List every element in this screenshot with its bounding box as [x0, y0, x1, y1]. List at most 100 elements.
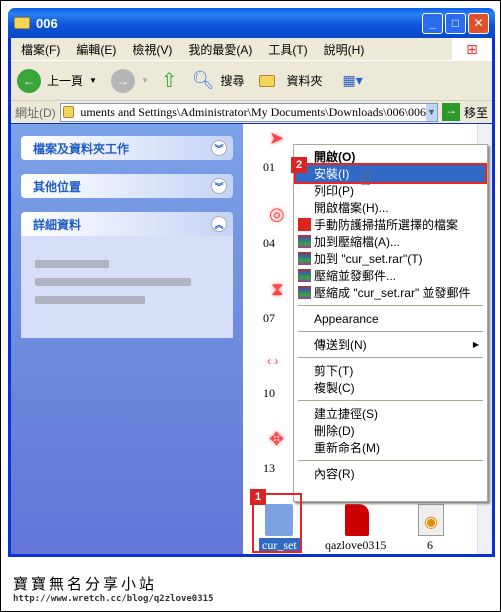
menu-separator: [298, 400, 483, 401]
go-arrow-icon[interactable]: →: [441, 103, 460, 121]
chevron-up-icon[interactable]: ︽: [211, 216, 227, 232]
menu-item[interactable]: 刪除(D): [296, 422, 485, 439]
menu-item-label: 內容(R): [314, 467, 355, 481]
menu-item-label: Appearance: [314, 311, 379, 326]
file-item[interactable]: 07: [263, 311, 275, 326]
menu-item-label: 開啟檔案(H)...: [314, 201, 389, 215]
file-item[interactable]: 04: [263, 236, 275, 251]
menu-tools[interactable]: 工具(T): [268, 41, 307, 58]
minimize-button[interactable]: _: [422, 12, 443, 34]
search-button[interactable]: 搜尋: [220, 72, 244, 89]
windows-logo-icon: ⊞: [452, 38, 492, 60]
close-button[interactable]: ✕: [468, 12, 489, 34]
menu-view[interactable]: 檢視(V): [132, 41, 172, 58]
step-badge: 1: [250, 489, 266, 505]
submenu-arrow-icon: ▶: [472, 340, 479, 349]
address-input[interactable]: uments and Settings\Administrator\My Doc…: [59, 102, 438, 122]
toolbar: ← 上一頁 ▼ → ▼ ⇧ 🔍︎ 搜尋 資料夾 ▦▾: [11, 60, 492, 100]
menu-bar: 檔案(F) 編輯(E) 檢視(V) 我的最愛(A) 工具(T) 說明(H) ⊞: [11, 38, 492, 60]
menu-favorites[interactable]: 我的最愛(A): [188, 41, 252, 58]
menu-item[interactable]: 加到 "cur_set.rar"(T): [296, 250, 485, 267]
menu-item-label: 壓縮成 "cur_set.rar" 並發郵件: [314, 286, 471, 300]
views-icon[interactable]: ▦▾: [343, 72, 363, 89]
menu-file[interactable]: 檔案(F): [21, 41, 60, 58]
forward-icon[interactable]: →: [110, 68, 135, 93]
panel-other-places: 其他位置 ︾: [21, 174, 233, 198]
title-bar: 006 _ □ ✕: [8, 8, 495, 38]
file-item[interactable]: 01: [263, 160, 275, 175]
menu-item-label: 壓縮並發郵件...: [314, 269, 397, 283]
menu-item[interactable]: 內容(R): [296, 465, 485, 482]
menu-item-label: 安裝(I): [314, 167, 350, 181]
folder-icon: [62, 106, 75, 118]
menu-separator: [298, 357, 483, 358]
menu-item-label: 建立捷徑(S): [314, 407, 378, 421]
watermark-url: http://www.wretch.cc/blog/q2zlove0315: [13, 594, 214, 604]
panel-header[interactable]: 檔案及資料夾工作 ︾: [21, 136, 233, 160]
menu-separator: [298, 460, 483, 461]
panel-title: 檔案及資料夾工作: [33, 141, 130, 156]
cursor-file-icon[interactable]: ◎: [269, 204, 291, 226]
panel-header[interactable]: 其他位置 ︾: [21, 174, 233, 198]
menu-item[interactable]: 剪下(T): [296, 362, 485, 379]
menu-edit[interactable]: 編輯(E): [76, 41, 116, 58]
folders-icon[interactable]: [258, 74, 275, 87]
panel-details: 詳細資料 ︽: [21, 212, 233, 338]
menu-item[interactable]: 開啟檔案(H)...: [296, 199, 485, 216]
file-icon[interactable]: [345, 504, 369, 536]
folders-button[interactable]: 資料夾: [287, 72, 323, 89]
menu-item[interactable]: 重新命名(M): [296, 439, 485, 456]
png-file-icon[interactable]: ◉: [418, 504, 444, 536]
panel-file-tasks: 檔案及資料夾工作 ︾: [21, 136, 233, 160]
details-body-blurred: [21, 236, 233, 338]
menu-item[interactable]: 壓縮並發郵件...: [296, 267, 485, 284]
menu-item[interactable]: 開啟(O): [296, 148, 485, 165]
search-icon[interactable]: 🔍︎: [192, 70, 215, 91]
file-item[interactable]: qazlove0315: [325, 538, 386, 553]
menu-separator: [298, 305, 483, 306]
back-dropdown-icon[interactable]: ▼: [89, 76, 97, 85]
menu-item[interactable]: 安裝(I) ☝: [294, 163, 487, 189]
up-folder-icon[interactable]: ⇧: [161, 68, 178, 93]
menu-item-label: 刪除(D): [314, 424, 355, 438]
menu-item[interactable]: 加到壓縮檔(A)...: [296, 233, 485, 250]
maximize-button[interactable]: □: [445, 12, 466, 34]
context-menu: 開啟(O) 安裝(I) ☝ 列印(P) 開啟檔案(H)... 手動防護掃描所選擇的檔案 加到…: [293, 144, 488, 502]
winrar-icon: [298, 269, 311, 282]
panel-title: 其他位置: [33, 179, 82, 194]
menu-item-label: 複製(C): [314, 381, 355, 395]
file-item[interactable]: 10: [263, 386, 275, 401]
address-dropdown-icon[interactable]: ▼: [425, 103, 437, 121]
menu-item[interactable]: 建立捷徑(S): [296, 405, 485, 422]
menu-item-label: 開啟(O): [314, 150, 356, 164]
file-item[interactable]: 6: [427, 538, 433, 553]
task-pane: 檔案及資料夾工作 ︾ 其他位置 ︾ 詳細資料 ︽: [11, 124, 243, 554]
watermark-title: 寶寶無名分享小站: [13, 575, 158, 593]
menu-item-label: 重新命名(M): [314, 441, 380, 455]
cursor-file-icon[interactable]: ‹ ›: [267, 354, 289, 376]
go-button[interactable]: 移至: [464, 104, 488, 121]
cursor-file-icon[interactable]: ✥: [269, 429, 291, 451]
chevron-down-icon[interactable]: ︾: [211, 178, 227, 194]
menu-item[interactable]: 複製(C): [296, 379, 485, 396]
menu-item-label: 剪下(T): [314, 364, 354, 378]
menu-item[interactable]: Appearance: [296, 310, 485, 327]
menu-item[interactable]: 列印(P): [296, 182, 485, 199]
winrar-icon: [298, 286, 311, 299]
address-bar: 網址(D) uments and Settings\Administrator\…: [11, 100, 492, 123]
panel-header[interactable]: 詳細資料 ︽: [21, 212, 233, 236]
chevron-down-icon[interactable]: ︾: [211, 140, 227, 156]
menu-item[interactable]: 手動防護掃描所選擇的檔案: [296, 216, 485, 233]
step-badge: 2: [291, 157, 307, 173]
menu-item[interactable]: 傳送到(N) ▶: [296, 336, 485, 353]
menu-item[interactable]: 壓縮成 "cur_set.rar" 並發郵件: [296, 284, 485, 301]
folder-icon: [14, 17, 30, 29]
cursor-file-icon[interactable]: ➤: [269, 128, 291, 150]
menu-help[interactable]: 說明(H): [324, 41, 365, 58]
file-item[interactable]: 13: [263, 461, 275, 476]
forward-dropdown-icon[interactable]: ▼: [141, 76, 149, 85]
back-button[interactable]: 上一頁: [47, 72, 83, 89]
back-icon[interactable]: ←: [17, 68, 41, 93]
cursor-file-icon[interactable]: ⧗: [271, 279, 293, 301]
window-title: 006: [36, 15, 58, 31]
